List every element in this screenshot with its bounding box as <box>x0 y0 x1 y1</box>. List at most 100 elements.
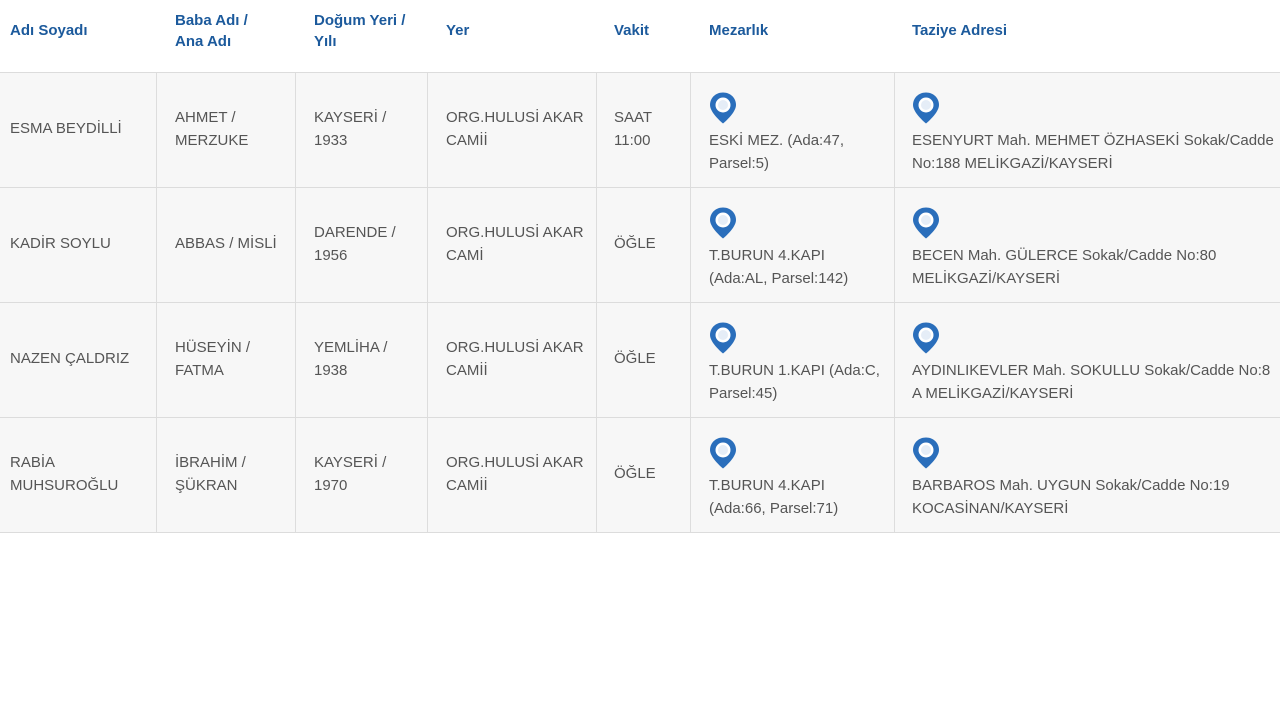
cell-cemetery: T.BURUN 1.KAPI (Ada:C, Parsel:45) <box>709 359 880 405</box>
header-birth-line1: Doğum Yeri / <box>314 12 406 29</box>
cell-cemetery-line: T.BURUN 1.KAPI (Ada:C, <box>709 362 880 379</box>
cell-name-line: RABİA <box>10 454 56 471</box>
map-pin-icon[interactable] <box>708 91 738 125</box>
cell-birth-line: 1970 <box>314 477 348 494</box>
header-parents: Baba Adı / Ana Adı <box>175 10 248 52</box>
cell-address: BARBAROS Mah. UYGUN Sokak/Cadde No:19 KOC… <box>912 474 1230 520</box>
cell-parents-line: MERZUKE <box>175 132 249 149</box>
cell-birth-line: 1956 <box>314 247 348 264</box>
cell-place: ORG.HULUSİ AKAR CAMİİ <box>446 336 584 382</box>
header-address: Taziye Adresi <box>912 22 1008 39</box>
column-divider <box>295 418 296 532</box>
cell-place-line: CAMİ <box>446 247 484 264</box>
cell-parents-line: İBRAHİM / <box>175 454 246 471</box>
cell-birth: KAYSERİ / 1970 <box>314 451 386 497</box>
cell-parents: AHMET / MERZUKE <box>175 106 248 152</box>
cell-place: ORG.HULUSİ AKAR CAMİ <box>446 221 584 267</box>
cell-parents-line: ŞÜKRAN <box>175 477 238 494</box>
column-divider <box>690 303 691 417</box>
map-pin-icon[interactable] <box>708 206 738 240</box>
table-row: NAZEN ÇALDRIZ HÜSEYİN / FATMA YEMLİHA / 1938… <box>0 303 1280 418</box>
cell-place-line: ORG.HULUSİ AKAR <box>446 339 584 356</box>
cell-name-line: KADİR SOYLU <box>10 235 111 252</box>
table-row: ESMA BEYDİLLİ AHMET / MERZUKE KAYSERİ / 1933… <box>0 73 1280 188</box>
map-pin-icon[interactable] <box>911 91 941 125</box>
cell-address-line: AYDINLIKEVLER Mah. SOKULLU Sokak/Cadde N… <box>912 362 1271 379</box>
cell-place-line: ORG.HULUSİ AKAR <box>446 224 584 241</box>
table-row: RABİA MUHSUROĞLU İBRAHİM / ŞÜKRAN KAYSERİ / 1… <box>0 418 1280 533</box>
cell-address: BECEN Mah. GÜLERCE Sokak/Cadde No:80 MELİ… <box>912 244 1216 290</box>
cell-place: ORG.HULUSİ AKAR CAMİİ <box>446 451 584 497</box>
column-divider <box>596 73 597 187</box>
cell-parents: İBRAHİM / ŞÜKRAN <box>175 451 246 497</box>
column-divider <box>156 418 157 532</box>
cell-birth-line: YEMLİHA / <box>314 339 388 356</box>
header-parents-line2: Ana Adı <box>175 33 232 50</box>
table-row: KADİR SOYLU ABBAS / MİSLİ DARENDE / 1956 ORG… <box>0 188 1280 303</box>
cell-place-line: ORG.HULUSİ AKAR <box>446 454 584 471</box>
header-place: Yer <box>446 22 470 39</box>
cell-cemetery-line: Parsel:45) <box>709 385 778 402</box>
column-divider <box>894 188 895 302</box>
cell-parents-line: FATMA <box>175 362 224 379</box>
cell-birth: KAYSERİ / 1933 <box>314 106 386 152</box>
cell-address: ESENYURT Mah. MEHMET ÖZHASEKİ Sokak/Cadd… <box>912 129 1274 175</box>
column-divider <box>295 188 296 302</box>
cell-time-line: ÖĞLE <box>614 235 656 252</box>
cell-parents-line: AHMET / <box>175 109 236 126</box>
column-divider <box>427 73 428 187</box>
header-parents-line1: Baba Adı / <box>175 12 248 29</box>
column-divider <box>156 303 157 417</box>
cell-birth: DARENDE / 1956 <box>314 221 396 267</box>
cell-cemetery-line: ESKİ MEZ. (Ada:47, <box>709 132 845 149</box>
cell-time-line: ÖĞLE <box>614 465 656 482</box>
column-divider <box>894 418 895 532</box>
map-pin-icon[interactable] <box>911 436 941 470</box>
cell-parents-line: HÜSEYİN / <box>175 339 251 356</box>
column-divider <box>596 303 597 417</box>
cell-parents-line: ABBAS / MİSLİ <box>175 235 277 252</box>
column-divider <box>427 188 428 302</box>
cell-name: KADİR SOYLU <box>10 232 111 255</box>
cell-place-line: ORG.HULUSİ AKAR <box>446 109 584 126</box>
cell-time-line: SAAT <box>614 109 653 126</box>
cell-cemetery: T.BURUN 4.KAPI (Ada:AL, Parsel:142) <box>709 244 848 290</box>
column-divider <box>894 303 895 417</box>
map-pin-icon[interactable] <box>708 436 738 470</box>
header-cemetery: Mezarlık <box>709 22 769 39</box>
column-divider <box>295 303 296 417</box>
cell-parents: HÜSEYİN / FATMA <box>175 336 250 382</box>
cell-place-line: CAMİİ <box>446 132 488 149</box>
cell-birth: YEMLİHA / 1938 <box>314 336 387 382</box>
map-pin-icon[interactable] <box>911 206 941 240</box>
cell-time: SAAT 11:00 <box>614 106 652 152</box>
cell-birth-line: KAYSERİ / <box>314 109 387 126</box>
cell-address-line: BARBAROS Mah. UYGUN Sokak/Cadde No:19 <box>912 477 1230 494</box>
column-divider <box>156 188 157 302</box>
cell-time-line: 11:00 <box>614 132 651 149</box>
cell-cemetery-line: Parsel:5) <box>709 155 770 172</box>
cell-time-line: ÖĞLE <box>614 350 656 367</box>
cell-name: ESMA BEYDİLLİ <box>10 117 122 140</box>
cell-name-line: MUHSUROĞLU <box>10 477 119 494</box>
column-divider <box>427 418 428 532</box>
cell-address-line: BECEN Mah. GÜLERCE Sokak/Cadde No:80 <box>912 247 1217 264</box>
cell-address-line: KOCASİNAN/KAYSERİ <box>912 500 1069 517</box>
header-name: Adı Soyadı <box>10 22 88 39</box>
column-divider <box>596 418 597 532</box>
column-divider <box>295 73 296 187</box>
column-divider <box>690 418 691 532</box>
cell-cemetery-line: T.BURUN 4.KAPI <box>709 477 825 494</box>
cell-time: ÖĞLE <box>614 347 656 370</box>
cell-name: RABİA MUHSUROĞLU <box>10 451 118 497</box>
cell-birth-line: 1933 <box>314 132 348 149</box>
cell-birth-line: KAYSERİ / <box>314 454 387 471</box>
column-divider <box>690 188 691 302</box>
map-pin-icon[interactable] <box>708 321 738 355</box>
header-birth: Doğum Yeri / Yılı <box>314 10 405 52</box>
cell-cemetery: ESKİ MEZ. (Ada:47, Parsel:5) <box>709 129 844 175</box>
cell-cemetery-line: (Ada:AL, Parsel:142) <box>709 270 849 287</box>
map-pin-icon[interactable] <box>911 321 941 355</box>
cell-place-line: CAMİİ <box>446 477 488 494</box>
cell-time: ÖĞLE <box>614 462 656 485</box>
